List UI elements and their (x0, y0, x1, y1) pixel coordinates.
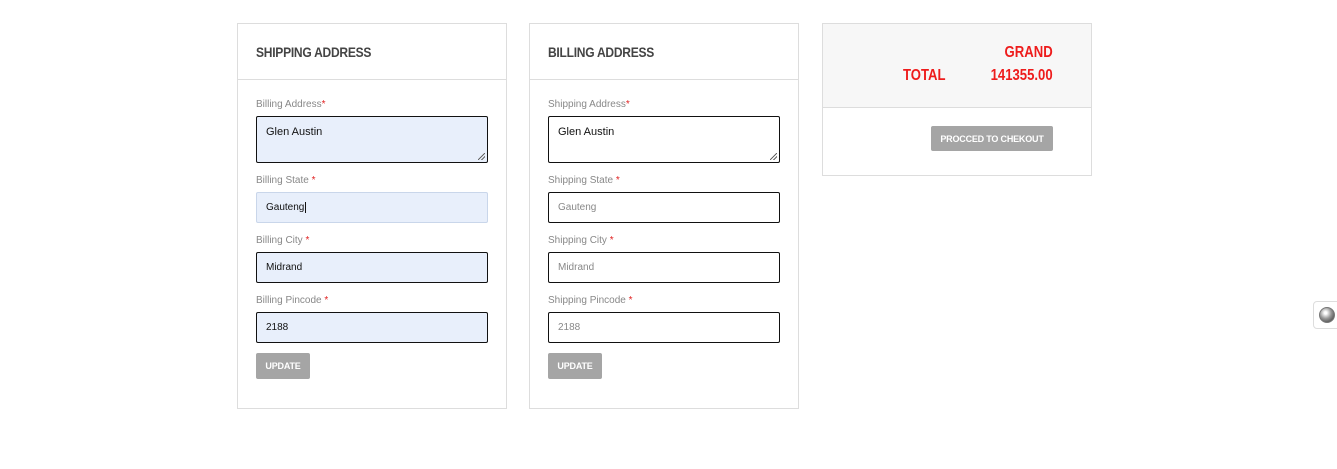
billing-state-label: Billing State * (256, 175, 316, 186)
shipping-pincode-input[interactable]: 2188 (548, 312, 780, 343)
billing-address-textarea[interactable]: Glen Austin (256, 116, 488, 163)
text-cursor (305, 202, 307, 213)
proceed-to-checkout-button[interactable]: PROCCED TO CHEKOUT (931, 126, 1053, 151)
shipping-pincode-label: Shipping Pincode * (548, 295, 633, 306)
shipping-city-placeholder: Midrand (558, 262, 595, 273)
shipping-state-input[interactable]: Gauteng (548, 192, 780, 223)
grand-total-value: 141355.00 (990, 67, 1053, 84)
billing-update-button[interactable]: UPDATE (548, 353, 602, 379)
billing-address-label: Billing Address* (256, 99, 326, 110)
billing-city-label: Billing City * (256, 235, 310, 246)
shipping-address-panel: SHIPPING ADDRESS Billing Address* Glen A… (237, 23, 507, 409)
resize-handle-icon[interactable] (770, 153, 777, 160)
shipping-update-button[interactable]: UPDATE (256, 353, 310, 379)
shipping-city-label: Shipping City * (548, 235, 614, 246)
shipping-address-value: Glen Austin (558, 126, 615, 138)
required-marker: * (324, 295, 329, 306)
required-marker: * (615, 175, 620, 186)
resize-handle-icon[interactable] (478, 153, 485, 160)
billing-state-value: Gauteng (266, 202, 305, 213)
grand-total-label-grand: GRAND (1004, 44, 1053, 61)
billing-panel-header: BILLING ADDRESS (530, 24, 798, 80)
required-marker: * (311, 175, 316, 186)
grand-total-header: GRAND TOTAL 141355.00 (823, 24, 1091, 108)
shipping-panel-header: SHIPPING ADDRESS (238, 24, 506, 80)
side-floating-widget[interactable] (1313, 301, 1337, 329)
required-marker: * (628, 295, 633, 306)
required-marker: * (625, 99, 630, 110)
shipping-city-input[interactable]: Midrand (548, 252, 780, 283)
billing-address-panel: BILLING ADDRESS Shipping Address* Glen A… (529, 23, 799, 409)
billing-pincode-value: 2188 (266, 322, 289, 333)
shipping-address-textarea[interactable]: Glen Austin (548, 116, 780, 163)
billing-panel-title: BILLING ADDRESS (548, 43, 655, 60)
billing-city-value: Midrand (266, 262, 303, 273)
billing-address-value: Glen Austin (266, 126, 323, 138)
billing-pincode-label: Billing Pincode * (256, 295, 329, 306)
circle-dot-icon (1319, 307, 1335, 323)
order-total-panel: GRAND TOTAL 141355.00 PROCCED TO CHEKOUT (822, 23, 1092, 176)
billing-pincode-input[interactable]: 2188 (256, 312, 488, 343)
required-marker: * (609, 235, 614, 246)
shipping-panel-title: SHIPPING ADDRESS (256, 43, 372, 60)
shipping-address-label: Shipping Address* (548, 99, 630, 110)
shipping-pincode-placeholder: 2188 (558, 322, 581, 333)
required-marker: * (305, 235, 310, 246)
billing-city-input[interactable]: Midrand (256, 252, 488, 283)
grand-total-label-total: TOTAL (903, 67, 946, 84)
required-marker: * (321, 99, 326, 110)
billing-state-input[interactable]: Gauteng (256, 192, 488, 223)
shipping-state-placeholder: Gauteng (558, 202, 597, 213)
shipping-state-label: Shipping State * (548, 175, 620, 186)
